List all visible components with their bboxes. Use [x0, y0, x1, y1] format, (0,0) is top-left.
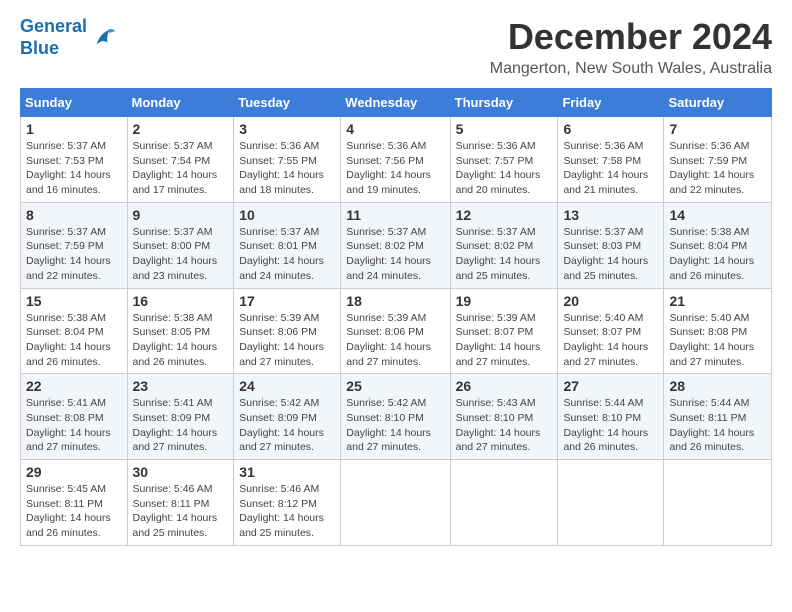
table-row: 6Sunrise: 5:36 AMSunset: 7:58 PMDaylight…: [558, 117, 664, 203]
col-thursday: Thursday: [450, 89, 558, 117]
table-row: 18Sunrise: 5:39 AMSunset: 8:06 PMDayligh…: [341, 288, 450, 374]
table-row: 27Sunrise: 5:44 AMSunset: 8:10 PMDayligh…: [558, 374, 664, 460]
table-row: 22Sunrise: 5:41 AMSunset: 8:08 PMDayligh…: [21, 374, 128, 460]
calendar-week-row: 1Sunrise: 5:37 AMSunset: 7:53 PMDaylight…: [21, 117, 772, 203]
table-row: 15Sunrise: 5:38 AMSunset: 8:04 PMDayligh…: [21, 288, 128, 374]
table-row: 24Sunrise: 5:42 AMSunset: 8:09 PMDayligh…: [234, 374, 341, 460]
col-tuesday: Tuesday: [234, 89, 341, 117]
table-row: [664, 460, 772, 546]
calendar-week-row: 29Sunrise: 5:45 AMSunset: 8:11 PMDayligh…: [21, 460, 772, 546]
table-row: 12Sunrise: 5:37 AMSunset: 8:02 PMDayligh…: [450, 202, 558, 288]
calendar-week-row: 15Sunrise: 5:38 AMSunset: 8:04 PMDayligh…: [21, 288, 772, 374]
table-row: 26Sunrise: 5:43 AMSunset: 8:10 PMDayligh…: [450, 374, 558, 460]
table-row: 17Sunrise: 5:39 AMSunset: 8:06 PMDayligh…: [234, 288, 341, 374]
table-row: 19Sunrise: 5:39 AMSunset: 8:07 PMDayligh…: [450, 288, 558, 374]
table-row: 29Sunrise: 5:45 AMSunset: 8:11 PMDayligh…: [21, 460, 128, 546]
logo-text: GeneralBlue: [20, 16, 87, 59]
table-row: 4Sunrise: 5:36 AMSunset: 7:56 PMDaylight…: [341, 117, 450, 203]
table-row: [341, 460, 450, 546]
calendar-header-row: Sunday Monday Tuesday Wednesday Thursday…: [21, 89, 772, 117]
col-monday: Monday: [127, 89, 234, 117]
page-header: GeneralBlue December 2024 Mangerton, New…: [20, 16, 772, 78]
calendar-week-row: 22Sunrise: 5:41 AMSunset: 8:08 PMDayligh…: [21, 374, 772, 460]
table-row: 23Sunrise: 5:41 AMSunset: 8:09 PMDayligh…: [127, 374, 234, 460]
table-row: 30Sunrise: 5:46 AMSunset: 8:11 PMDayligh…: [127, 460, 234, 546]
table-row: 11Sunrise: 5:37 AMSunset: 8:02 PMDayligh…: [341, 202, 450, 288]
table-row: 5Sunrise: 5:36 AMSunset: 7:57 PMDaylight…: [450, 117, 558, 203]
table-row: 21Sunrise: 5:40 AMSunset: 8:08 PMDayligh…: [664, 288, 772, 374]
table-row: 31Sunrise: 5:46 AMSunset: 8:12 PMDayligh…: [234, 460, 341, 546]
col-wednesday: Wednesday: [341, 89, 450, 117]
table-row: [558, 460, 664, 546]
table-row: 16Sunrise: 5:38 AMSunset: 8:05 PMDayligh…: [127, 288, 234, 374]
col-saturday: Saturday: [664, 89, 772, 117]
month-year-title: December 2024: [490, 16, 772, 58]
table-row: 14Sunrise: 5:38 AMSunset: 8:04 PMDayligh…: [664, 202, 772, 288]
table-row: 7Sunrise: 5:36 AMSunset: 7:59 PMDaylight…: [664, 117, 772, 203]
table-row: 3Sunrise: 5:36 AMSunset: 7:55 PMDaylight…: [234, 117, 341, 203]
location-subtitle: Mangerton, New South Wales, Australia: [490, 60, 772, 78]
title-area: December 2024 Mangerton, New South Wales…: [490, 16, 772, 78]
table-row: 10Sunrise: 5:37 AMSunset: 8:01 PMDayligh…: [234, 202, 341, 288]
table-row: [450, 460, 558, 546]
table-row: 1Sunrise: 5:37 AMSunset: 7:53 PMDaylight…: [21, 117, 128, 203]
table-row: 2Sunrise: 5:37 AMSunset: 7:54 PMDaylight…: [127, 117, 234, 203]
col-sunday: Sunday: [21, 89, 128, 117]
table-row: 8Sunrise: 5:37 AMSunset: 7:59 PMDaylight…: [21, 202, 128, 288]
calendar-week-row: 8Sunrise: 5:37 AMSunset: 7:59 PMDaylight…: [21, 202, 772, 288]
table-row: 25Sunrise: 5:42 AMSunset: 8:10 PMDayligh…: [341, 374, 450, 460]
table-row: 13Sunrise: 5:37 AMSunset: 8:03 PMDayligh…: [558, 202, 664, 288]
table-row: 9Sunrise: 5:37 AMSunset: 8:00 PMDaylight…: [127, 202, 234, 288]
logo-bird-icon: [89, 24, 117, 52]
calendar-table: Sunday Monday Tuesday Wednesday Thursday…: [20, 88, 772, 546]
logo: GeneralBlue: [20, 16, 117, 59]
table-row: 20Sunrise: 5:40 AMSunset: 8:07 PMDayligh…: [558, 288, 664, 374]
table-row: 28Sunrise: 5:44 AMSunset: 8:11 PMDayligh…: [664, 374, 772, 460]
col-friday: Friday: [558, 89, 664, 117]
